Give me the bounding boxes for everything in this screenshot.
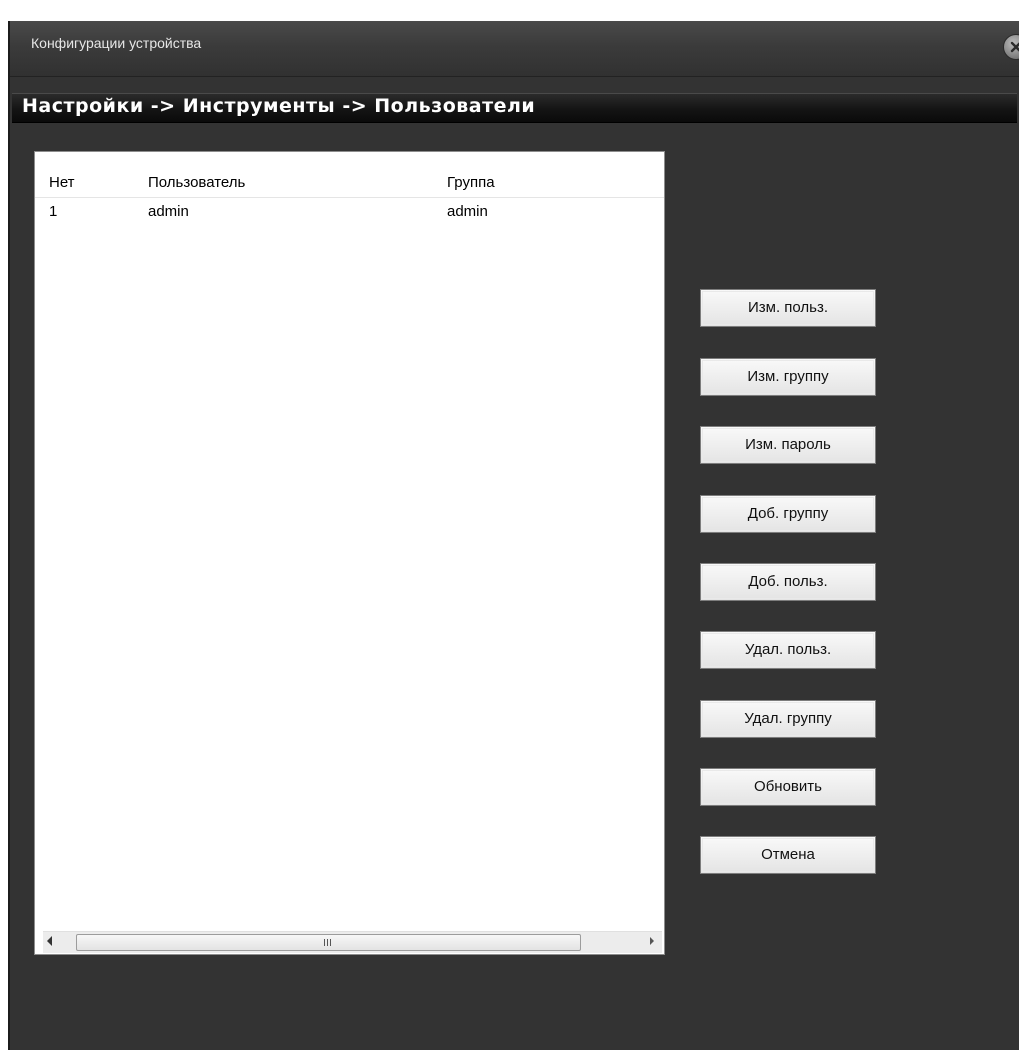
edit-user-button[interactable]: Изм. польз. <box>700 289 876 327</box>
close-icon <box>1010 41 1019 53</box>
column-header-no[interactable]: Нет <box>49 174 75 191</box>
edit-group-button[interactable]: Изм. группу <box>700 358 876 396</box>
horizontal-scrollbar[interactable] <box>43 931 662 953</box>
delete-user-button[interactable]: Удал. польз. <box>700 631 876 669</box>
cancel-button[interactable]: Отмена <box>700 836 876 874</box>
column-header-group[interactable]: Группа <box>447 174 495 191</box>
device-config-window: Конфигурации устройства Настройки -> Инс… <box>8 21 1019 1050</box>
delete-group-button[interactable]: Удал. группу <box>700 700 876 738</box>
scroll-left-arrow-icon[interactable] <box>47 936 52 946</box>
scroll-grip-icon <box>324 939 332 946</box>
window-title: Конфигурации устройства <box>31 35 202 51</box>
list-header: Нет Пользователь Группа <box>35 152 664 198</box>
window-titlebar: Конфигурации устройства <box>10 21 1019 77</box>
row-no: 1 <box>49 203 58 220</box>
scroll-thumb[interactable] <box>76 934 581 951</box>
column-header-user[interactable]: Пользователь <box>148 174 245 191</box>
row-group: admin <box>447 203 488 220</box>
add-user-button[interactable]: Доб. польз. <box>700 563 876 601</box>
refresh-button[interactable]: Обновить <box>700 768 876 806</box>
breadcrumb: Настройки -> Инструменты -> Пользователи <box>12 93 1017 123</box>
edit-password-button[interactable]: Изм. пароль <box>700 426 876 464</box>
users-list[interactable]: Нет Пользователь Группа 1 admin admin <box>34 151 665 955</box>
scroll-right-arrow-icon[interactable] <box>650 937 654 945</box>
table-row[interactable]: 1 admin admin <box>35 203 664 227</box>
row-user: admin <box>148 203 189 220</box>
breadcrumb-text: Настройки -> Инструменты -> Пользователи <box>22 95 536 117</box>
add-group-button[interactable]: Доб. группу <box>700 495 876 533</box>
